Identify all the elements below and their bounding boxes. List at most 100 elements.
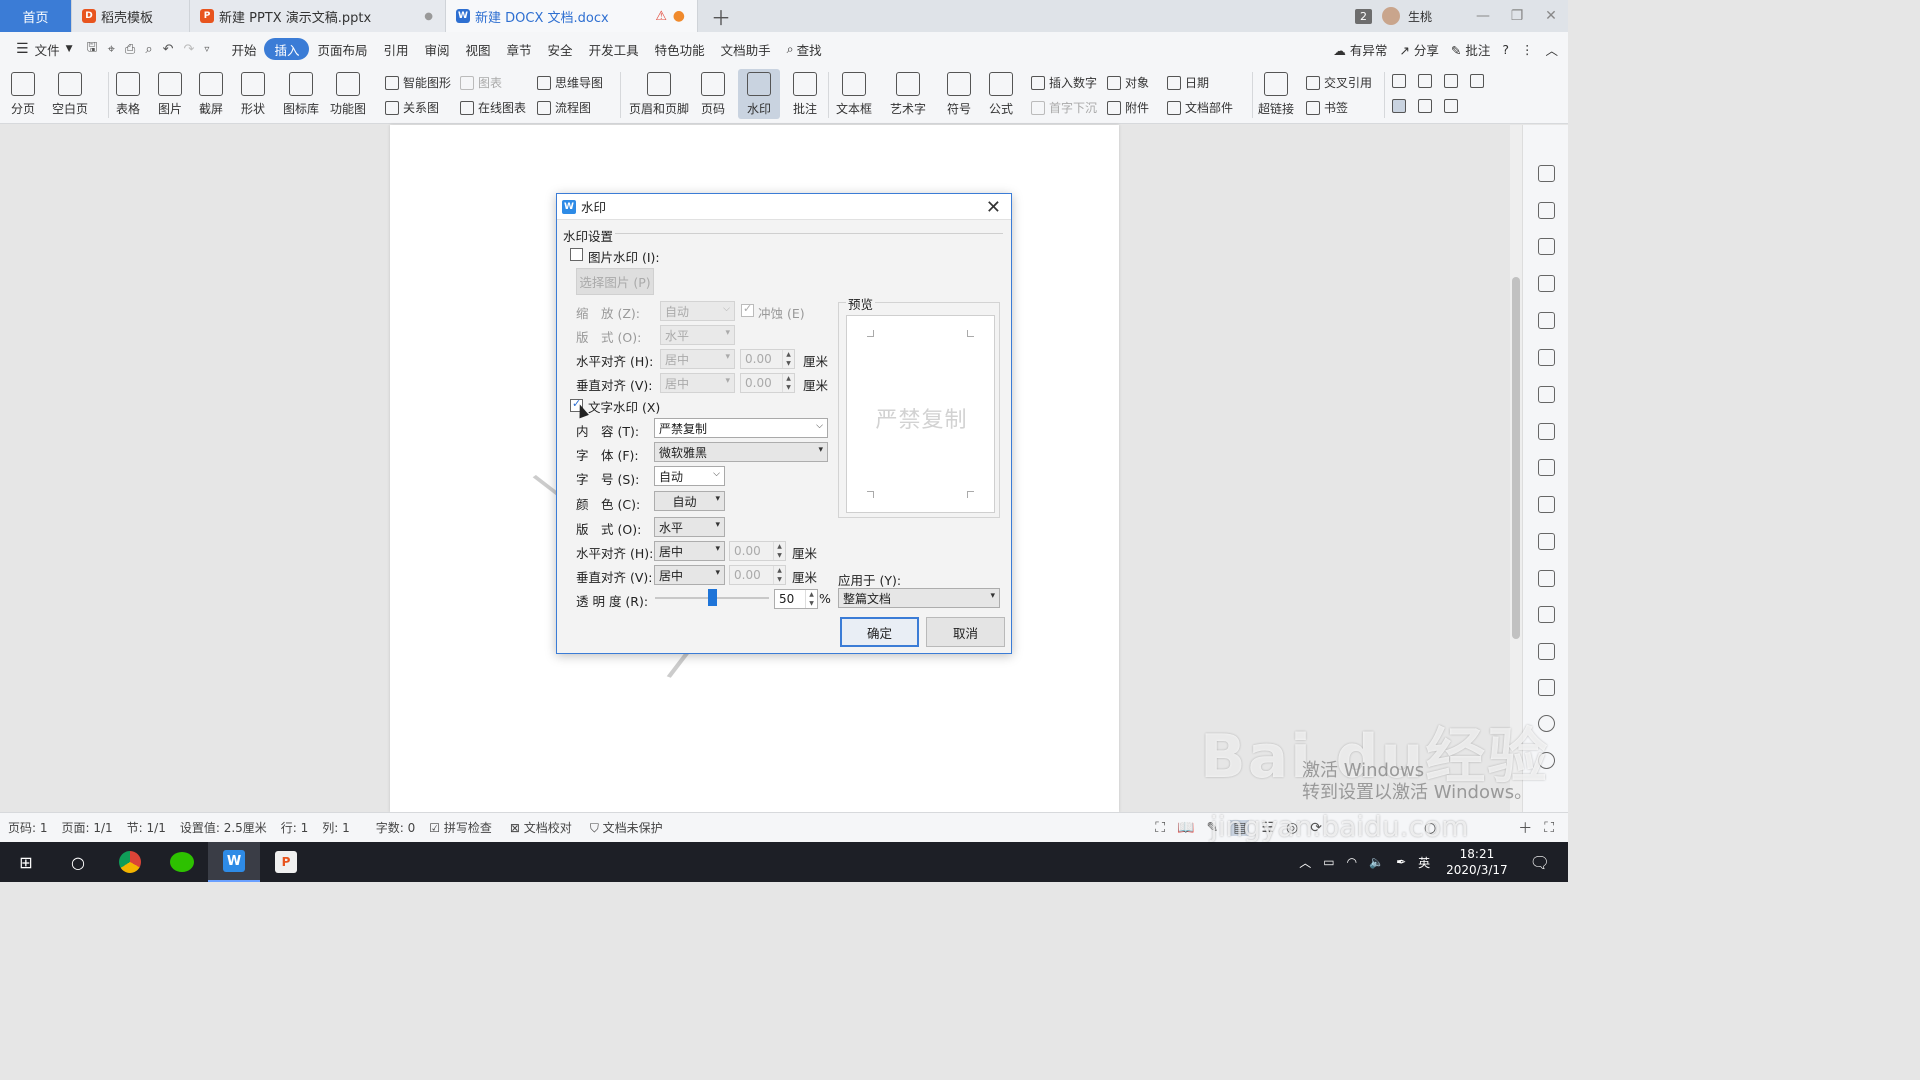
help-icon[interactable]: ?	[1502, 42, 1509, 57]
doc-parts-button[interactable]: 文档部件	[1167, 99, 1233, 116]
collapse-ribbon-icon[interactable]: ︿	[1545, 40, 1558, 59]
menu-page-layout[interactable]: 页面布局	[309, 38, 375, 60]
menu-review[interactable]: 审阅	[417, 38, 458, 60]
chart-button[interactable]: 图表	[460, 74, 502, 91]
status-section[interactable]: 节: 1/1	[127, 819, 166, 836]
apps-icon[interactable]	[1538, 386, 1555, 403]
battery-icon[interactable]: ▭	[1323, 855, 1334, 869]
flowchart-button[interactable]: 流程图	[537, 99, 591, 116]
proofread-button[interactable]: ⊠ 文档校对	[510, 819, 572, 836]
table-button[interactable]: 表格	[116, 72, 140, 117]
volume-icon[interactable]: 🔈	[1369, 855, 1384, 869]
text-valign-offset[interactable]: 0.00 ▲ ▼	[729, 565, 786, 585]
close-window-icon[interactable]: ✕	[1534, 8, 1568, 24]
status-row[interactable]: 行: 1	[281, 819, 309, 836]
bookmark-button[interactable]: 书签	[1306, 99, 1348, 116]
ime-indicator[interactable]: 英	[1418, 854, 1430, 871]
protection-button[interactable]: ⛉ 文档未保护	[590, 819, 663, 836]
tab-pptx-file[interactable]: P 新建 PPTX 演示文稿.pptx ●	[190, 0, 446, 32]
window-count-badge[interactable]: 2	[1354, 8, 1372, 24]
menu-doc-assistant[interactable]: 文档助手	[713, 38, 779, 60]
spell-check-button[interactable]: ☑ 拼写检查	[429, 819, 492, 836]
watermark-button[interactable]: 水印	[738, 69, 780, 119]
dialog-close-icon[interactable]: ✕	[986, 197, 1001, 218]
wps-presentation-taskbar-button[interactable]: P	[260, 842, 312, 882]
textbox-button[interactable]: 文本框	[836, 72, 872, 117]
menu-special[interactable]: 特色功能	[647, 38, 713, 60]
status-word-count[interactable]: 字数: 0	[376, 819, 416, 836]
font-select[interactable]: 微软雅黑 ▾	[654, 442, 828, 462]
settings-sliders-icon[interactable]	[1538, 459, 1555, 476]
spinner-arrows-icon[interactable]: ▲ ▼	[782, 374, 794, 392]
new-tab-button[interactable]: ＋	[698, 0, 744, 32]
symbol-button[interactable]: 符号	[947, 72, 971, 117]
system-clock[interactable]: 18:21 2020/3/17	[1446, 846, 1508, 878]
date-button[interactable]: 日期	[1167, 74, 1209, 91]
picture-layout-select[interactable]: 水平 ▾	[660, 325, 735, 345]
hyperlink-button[interactable]: 超链接	[1258, 72, 1294, 117]
smart-art-button[interactable]: 智能图形	[385, 74, 451, 91]
cortana-button[interactable]: ○	[52, 842, 104, 882]
file-menu[interactable]: ☰ 文件 ▼	[8, 38, 81, 60]
picture-valign-offset[interactable]: 0.00 ▲ ▼	[740, 373, 795, 393]
picture-watermark-checkbox[interactable]	[570, 248, 583, 261]
cloud-status-button[interactable]: ☁ 有异常	[1333, 40, 1387, 59]
online-chart-button[interactable]: 在线图表	[460, 99, 526, 116]
layout-option-2[interactable]	[1392, 99, 1462, 113]
minimize-icon[interactable]: —	[1466, 8, 1500, 24]
navigation-icon[interactable]	[1538, 312, 1555, 329]
more-icon[interactable]: ⋮	[1521, 42, 1534, 57]
transparency-slider-thumb[interactable]	[707, 589, 717, 606]
text-halign-offset[interactable]: 0.00 ▲ ▼	[729, 541, 786, 561]
translate-icon[interactable]	[1538, 570, 1555, 587]
tray-expand-icon[interactable]: ︿	[1299, 854, 1311, 871]
select-picture-button[interactable]: 选择图片 (P)	[576, 268, 654, 295]
insert-number-button[interactable]: 插入数字	[1031, 74, 1097, 91]
pen-tray-icon[interactable]: ✒	[1396, 855, 1406, 869]
apply-to-select[interactable]: 整篇文档 ▾	[838, 588, 1000, 608]
page-break-button[interactable]: 分页	[11, 72, 35, 117]
wifi-icon[interactable]: ◠	[1347, 855, 1357, 869]
icon-library-button[interactable]: 图标库	[283, 72, 319, 117]
mind-map-button[interactable]: 思维导图	[537, 74, 603, 91]
redo-icon[interactable]: ↷	[184, 42, 195, 57]
page-number-button[interactable]: 页码	[701, 72, 725, 117]
spinner-arrows-icon[interactable]: ▲ ▼	[805, 590, 817, 608]
gallery-icon[interactable]	[1538, 496, 1555, 513]
header-footer-button[interactable]: 页眉和页脚	[629, 72, 689, 117]
save-icon[interactable]: 🖫	[87, 38, 98, 60]
menu-insert[interactable]: 插入	[264, 38, 310, 60]
spinner-arrows-icon[interactable]: ▲ ▼	[773, 566, 785, 584]
transparency-input[interactable]: 50 ▲ ▼	[774, 589, 818, 609]
wps-writer-taskbar-button[interactable]: W	[208, 842, 260, 882]
image-panel-icon[interactable]	[1538, 643, 1555, 660]
attachment-button[interactable]: 附件	[1107, 99, 1149, 116]
washout-checkbox[interactable]	[741, 302, 754, 317]
menu-find[interactable]: ⌕ 查找	[779, 38, 830, 60]
menu-developer[interactable]: 开发工具	[581, 38, 647, 60]
menu-start[interactable]: 开始	[223, 38, 264, 60]
picture-button[interactable]: 图片	[158, 72, 182, 117]
color-select[interactable]: 自动 ▾	[654, 491, 725, 511]
share-button[interactable]: ↗ 分享	[1399, 40, 1438, 59]
chrome-taskbar-button[interactable]	[104, 842, 156, 882]
ok-button[interactable]: 确定	[840, 617, 919, 647]
formula-button[interactable]: 公式	[989, 72, 1013, 117]
wordart-button[interactable]: 艺术字	[890, 72, 926, 117]
menu-references[interactable]: 引用	[375, 38, 416, 60]
cross-reference-button[interactable]: 交叉引用	[1306, 74, 1372, 91]
picture-halign-offset[interactable]: 0.00 ▲ ▼	[740, 349, 795, 369]
restore-icon[interactable]: ❐	[1500, 8, 1534, 24]
spinner-arrows-icon[interactable]: ▲ ▼	[773, 542, 785, 560]
shield-icon[interactable]	[1538, 679, 1555, 696]
content-select[interactable]: 严禁复制 ⌵	[654, 418, 828, 438]
blank-page-button[interactable]: 空白页	[52, 72, 88, 117]
comment-insert-button[interactable]: 批注	[793, 72, 817, 117]
menu-chapter[interactable]: 章节	[499, 38, 540, 60]
fullscreen-icon[interactable]: ⛶	[1155, 820, 1165, 836]
picture-halign-select[interactable]: 居中 ▾	[660, 349, 735, 369]
wechat-taskbar-button[interactable]	[156, 842, 208, 882]
text-layout-select[interactable]: 水平 ▾	[654, 517, 725, 537]
size-select[interactable]: 自动 ⌵	[654, 466, 725, 486]
tab-docx-file[interactable]: W 新建 DOCX 文档.docx ⚠ ●	[446, 0, 698, 32]
